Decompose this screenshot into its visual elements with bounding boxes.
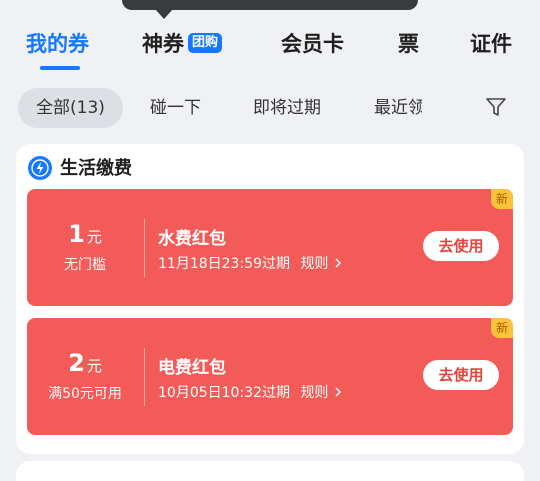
coupon-value-block: 2元 满50元可用 bbox=[27, 318, 143, 435]
top-tabs: 我的券 神券 团购 会员卡 票 证件 bbox=[0, 28, 540, 74]
coupon-rules-link[interactable]: 规则 bbox=[300, 385, 342, 401]
tab-super-coupons[interactable]: 神券 团购 bbox=[142, 28, 223, 60]
coupon-expiry: 11月18日23:59过期 bbox=[158, 256, 290, 272]
coupon-amount-value: 2 bbox=[68, 349, 85, 377]
coupon-name: 水费红包 bbox=[158, 229, 226, 249]
coupon-amount: 2元 bbox=[27, 348, 143, 381]
coupon-card[interactable]: 2元 满50元可用 电费红包 10月05日10:32过期 规则 去使用 新 bbox=[27, 318, 513, 435]
coupon-name: 电费红包 bbox=[158, 358, 226, 378]
tab-membership-card[interactable]: 会员卡 bbox=[281, 28, 344, 60]
active-tab-indicator bbox=[40, 66, 80, 70]
tab-documents[interactable]: 证件 bbox=[470, 28, 512, 60]
filter-expiring[interactable]: 即将过期 bbox=[253, 88, 321, 128]
coupon-expiry-row: 10月05日10:32过期 规则 bbox=[158, 382, 343, 402]
tab-super-coupons-label: 神券 bbox=[142, 32, 184, 56]
filter-bar: 全部(13) 碰一下 即将过期 最近领 bbox=[0, 88, 540, 128]
tab-my-coupons[interactable]: 我的券 bbox=[26, 28, 89, 60]
chevron-right-icon bbox=[335, 258, 341, 268]
coupon-expiry-row: 11月18日23:59过期 规则 bbox=[158, 253, 343, 273]
coupon-expiry: 10月05日10:32过期 bbox=[158, 385, 290, 401]
filter-recent[interactable]: 最近领 bbox=[374, 88, 422, 128]
coupon-rules-label: 规则 bbox=[300, 385, 329, 401]
new-badge: 新 bbox=[491, 189, 513, 209]
coupon-condition: 无门槛 bbox=[64, 257, 106, 273]
coupon-condition: 满50元可用 bbox=[48, 386, 122, 402]
coupon-amount: 1元 bbox=[27, 219, 143, 252]
coupon-divider bbox=[144, 348, 145, 406]
coupon-amount-unit: 元 bbox=[86, 357, 102, 375]
coupon-value-block: 1元 无门槛 bbox=[27, 189, 143, 306]
coupon-amount-unit: 元 bbox=[86, 228, 102, 246]
filter-tap[interactable]: 碰一下 bbox=[150, 88, 201, 128]
coupon-rules-link[interactable]: 规则 bbox=[300, 256, 342, 272]
use-coupon-button[interactable]: 去使用 bbox=[423, 231, 499, 261]
coupon-rules-label: 规则 bbox=[300, 256, 329, 272]
use-coupon-button[interactable]: 去使用 bbox=[423, 360, 499, 390]
section-title: 生活缴费 bbox=[60, 158, 132, 179]
filter-all[interactable]: 全部(13) bbox=[18, 88, 123, 128]
new-badge: 新 bbox=[491, 318, 513, 338]
lightning-icon bbox=[28, 156, 52, 180]
tab-tickets[interactable]: 票 bbox=[398, 28, 419, 60]
filter-icon[interactable] bbox=[485, 96, 507, 118]
chevron-right-icon bbox=[335, 387, 341, 397]
coupon-divider bbox=[144, 219, 145, 277]
tooltip-arrow bbox=[155, 9, 173, 19]
coupon-amount-value: 1 bbox=[68, 220, 85, 248]
coupon-card[interactable]: 1元 无门槛 水费红包 11月18日23:59过期 规则 去使用 新 bbox=[27, 189, 513, 306]
group-buy-badge: 团购 bbox=[188, 33, 223, 53]
coupon-section-card: 生活缴费 1元 无门槛 水费红包 11月18日23:59过期 规则 去使用 新 … bbox=[16, 144, 524, 454]
next-section-card bbox=[16, 461, 524, 481]
